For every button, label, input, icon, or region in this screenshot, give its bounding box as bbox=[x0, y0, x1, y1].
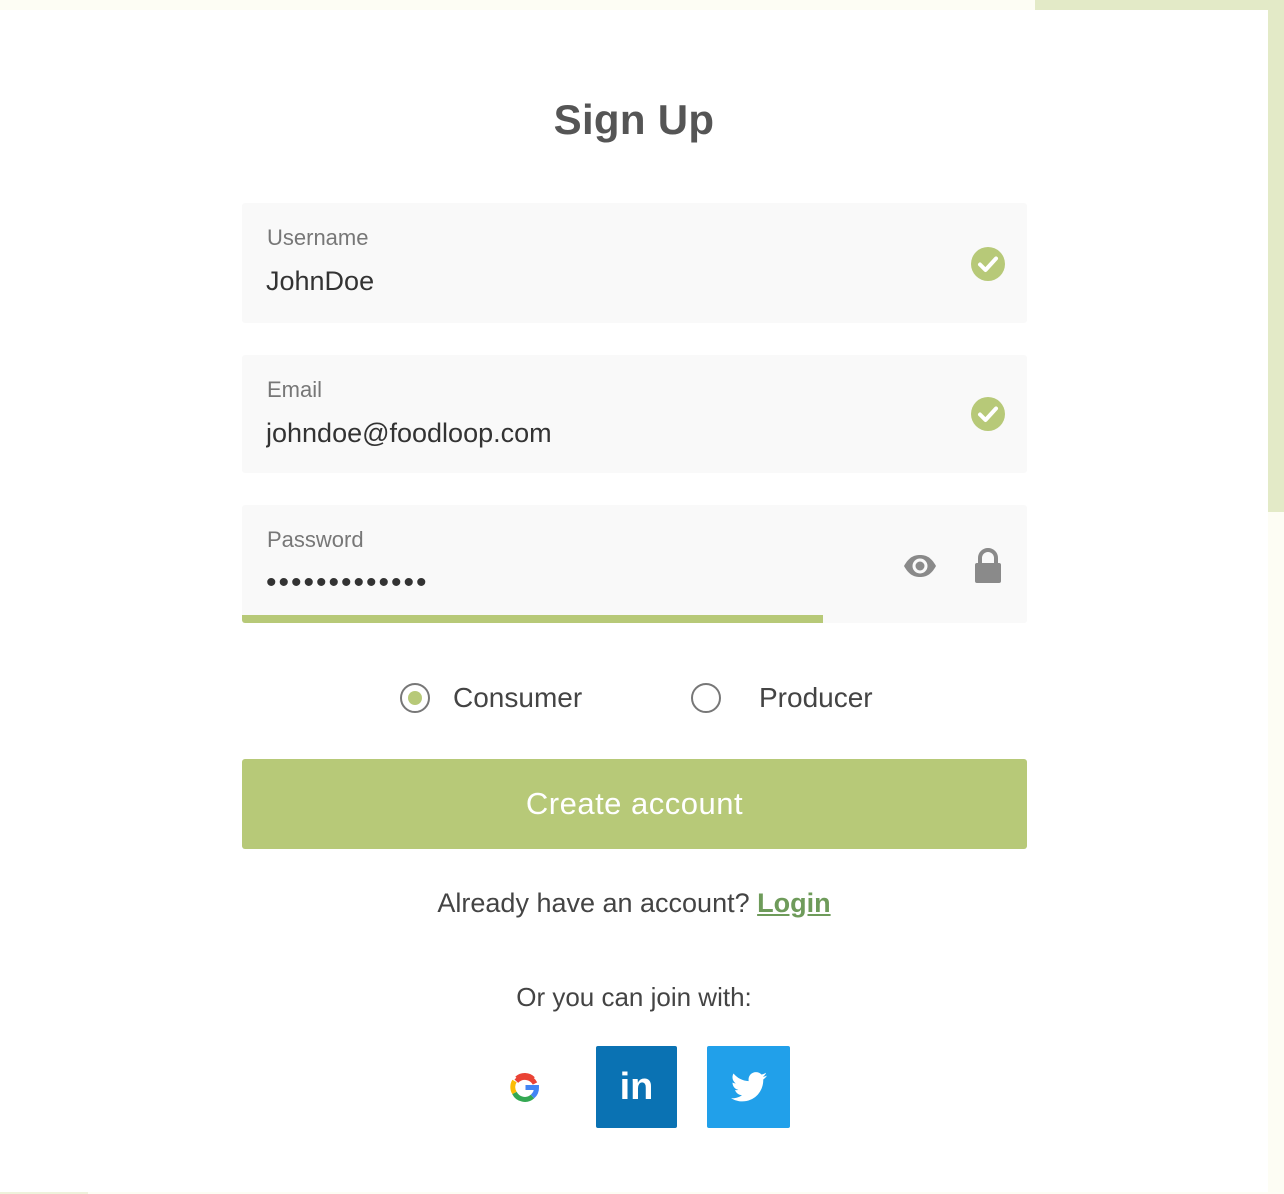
username-input[interactable] bbox=[266, 261, 866, 301]
login-link[interactable]: Login bbox=[757, 888, 830, 918]
check-circle-icon bbox=[971, 247, 1005, 281]
producer-label: Producer bbox=[759, 682, 873, 713]
username-field[interactable]: Username bbox=[242, 203, 1027, 323]
signup-card: Sign Up Username Email Password bbox=[0, 10, 1268, 1192]
login-prompt-text: Already have an account? bbox=[437, 888, 750, 918]
email-field[interactable]: Email bbox=[242, 355, 1027, 473]
twitter-login-button[interactable] bbox=[707, 1046, 790, 1128]
producer-radio[interactable] bbox=[691, 683, 721, 713]
email-input[interactable] bbox=[266, 413, 866, 453]
consumer-label: Consumer bbox=[453, 682, 583, 713]
password-field[interactable]: Password bbox=[242, 505, 1027, 623]
google-login-button[interactable] bbox=[484, 1046, 566, 1128]
linkedin-icon: in bbox=[619, 1065, 654, 1108]
password-strength-meter bbox=[242, 615, 1027, 623]
create-account-button[interactable]: Create account bbox=[242, 759, 1027, 849]
lock-icon bbox=[975, 548, 1001, 583]
role-option-producer[interactable]: Producer bbox=[691, 680, 873, 716]
username-label: Username bbox=[267, 225, 369, 250]
check-circle-icon bbox=[971, 397, 1005, 431]
password-input[interactable] bbox=[266, 563, 866, 603]
join-with-text: Or you can join with: bbox=[516, 982, 752, 1012]
password-strength-fill bbox=[242, 615, 823, 623]
role-option-consumer[interactable]: Consumer bbox=[400, 680, 582, 716]
login-prompt: Already have an account? Login bbox=[0, 888, 1268, 919]
password-label: Password bbox=[267, 527, 364, 552]
email-label: Email bbox=[267, 377, 323, 402]
google-icon bbox=[510, 1073, 539, 1103]
twitter-bird-icon bbox=[730, 1072, 767, 1102]
eye-icon[interactable] bbox=[902, 548, 938, 584]
linkedin-login-button[interactable]: in bbox=[596, 1046, 677, 1128]
page-title: Sign Up bbox=[553, 96, 715, 143]
consumer-radio[interactable] bbox=[400, 683, 430, 713]
